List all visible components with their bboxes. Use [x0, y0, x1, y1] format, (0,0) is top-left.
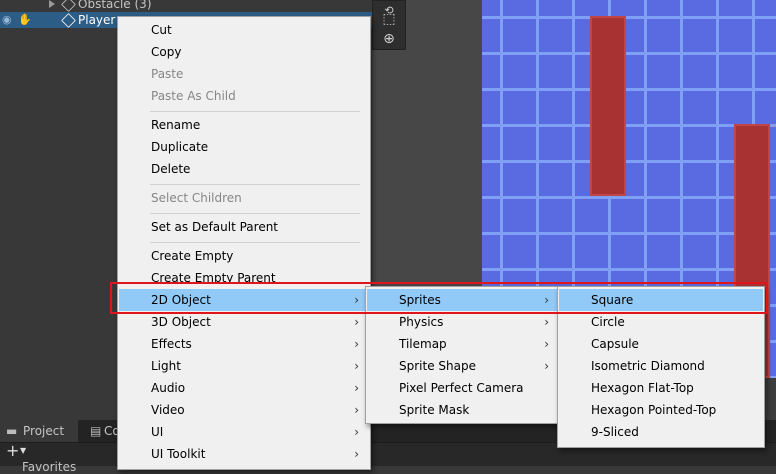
submenu-arrow-icon: ›	[354, 337, 359, 351]
menu-item-cut[interactable]: Cut	[119, 19, 369, 41]
folder-icon: ▬	[6, 424, 18, 438]
menu-item-3d-object[interactable]: 3D Object ›	[119, 311, 369, 333]
visibility-eye-icon[interactable]: ◉	[2, 12, 12, 28]
menu-item-duplicate[interactable]: Duplicate	[119, 136, 369, 158]
menu-item-paste-as-child[interactable]: Paste As Child	[119, 85, 369, 107]
menu-item-delete[interactable]: Delete	[119, 158, 369, 180]
transform-tool-icon[interactable]: ⊕	[378, 29, 400, 49]
favorites-label: Favorites	[22, 460, 77, 474]
submenu-arrow-icon: ›	[354, 381, 359, 395]
submenu-arrow-icon: ›	[544, 359, 549, 373]
submenu-arrow-icon: ›	[544, 315, 549, 329]
menu-item-sprite-shape[interactable]: Sprite Shape ›	[367, 355, 559, 377]
context-menu: Cut Copy Paste Paste As Child Rename Dup…	[117, 16, 371, 470]
chevron-down-icon[interactable]: ▼	[20, 446, 26, 455]
add-button[interactable]: +	[6, 441, 19, 460]
submenu-arrow-icon: ›	[354, 315, 359, 329]
hierarchy-item-label: Player	[78, 13, 116, 27]
pickable-hand-icon[interactable]: ✋	[18, 12, 32, 28]
menu-item-hexagon-flat-top[interactable]: Hexagon Flat-Top	[559, 377, 763, 399]
menu-separator	[150, 242, 360, 243]
hierarchy-item-label: Obstacle (3)	[78, 0, 152, 11]
scene-toolbar: ⟲ ⬚ ⊕	[372, 0, 406, 50]
gameobject-cube-icon	[61, 13, 76, 28]
menu-item-select-children[interactable]: Select Children	[119, 187, 369, 209]
selection-highlight-box	[110, 282, 768, 314]
menu-item-create-empty-parent[interactable]: Create Empty Parent	[119, 267, 369, 283]
submenu-arrow-icon: ›	[354, 403, 359, 417]
menu-item-effects[interactable]: Effects ›	[119, 333, 369, 355]
menu-item-paste[interactable]: Paste	[119, 63, 369, 85]
tab-label: Project	[23, 424, 65, 438]
menu-item-ui-toolkit[interactable]: UI Toolkit ›	[119, 443, 369, 465]
submenu-arrow-icon: ›	[354, 359, 359, 373]
menu-item-circle[interactable]: Circle	[559, 311, 763, 333]
menu-item-set-default-parent[interactable]: Set as Default Parent	[119, 216, 369, 238]
obstacle-wall	[590, 16, 626, 196]
menu-item-light[interactable]: Light ›	[119, 355, 369, 377]
menu-item-pixel-perfect-camera[interactable]: Pixel Perfect Camera	[367, 377, 559, 399]
tab-project[interactable]: ▬ Project	[0, 420, 78, 442]
rect-tool-icon[interactable]: ⬚	[378, 9, 400, 29]
menu-item-create-empty[interactable]: Create Empty	[119, 245, 369, 267]
menu-item-rename[interactable]: Rename	[119, 114, 369, 136]
gameobject-cube-icon	[61, 0, 76, 12]
submenu-arrow-icon: ›	[354, 425, 359, 439]
menu-item-9-sliced[interactable]: 9-Sliced	[559, 421, 763, 443]
expand-arrow-icon[interactable]	[49, 0, 55, 8]
menu-item-ui[interactable]: UI ›	[119, 421, 369, 443]
menu-item-copy[interactable]: Copy	[119, 41, 369, 63]
menu-item-capsule[interactable]: Capsule	[559, 333, 763, 355]
menu-item-hexagon-pointed-top[interactable]: Hexagon Pointed-Top	[559, 399, 763, 421]
menu-item-audio[interactable]: Audio ›	[119, 377, 369, 399]
menu-separator	[150, 184, 360, 185]
menu-separator	[150, 213, 360, 214]
menu-item-tilemap[interactable]: Tilemap ›	[367, 333, 559, 355]
console-icon: ▤	[90, 424, 102, 438]
menu-item-isometric-diamond[interactable]: Isometric Diamond	[559, 355, 763, 377]
submenu-arrow-icon: ›	[354, 447, 359, 461]
menu-item-video[interactable]: Video ›	[119, 399, 369, 421]
hierarchy-row-obstacle[interactable]: Obstacle (3)	[0, 0, 372, 12]
menu-separator	[150, 111, 360, 112]
menu-item-physics[interactable]: Physics ›	[367, 311, 559, 333]
menu-item-sprite-mask[interactable]: Sprite Mask	[367, 399, 559, 421]
submenu-arrow-icon: ›	[544, 337, 549, 351]
